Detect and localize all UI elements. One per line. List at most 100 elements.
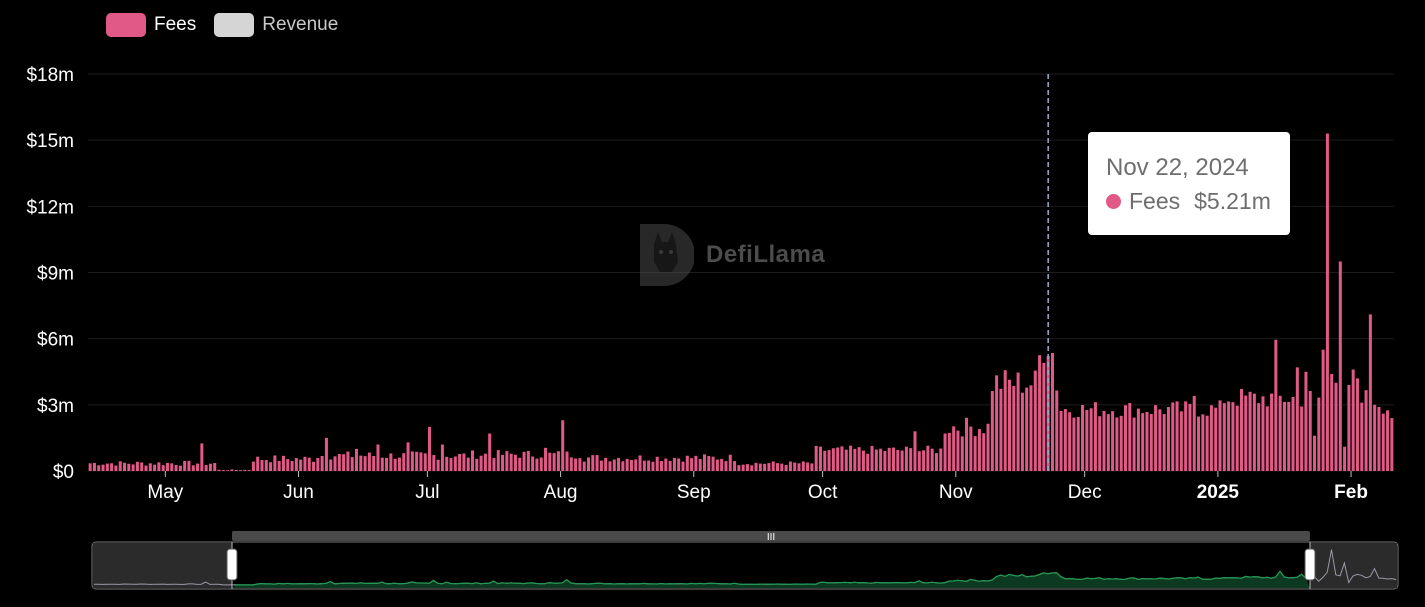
fees-bar[interactable] <box>990 391 994 471</box>
fees-bar[interactable] <box>488 433 492 471</box>
fees-bar[interactable] <box>561 420 565 471</box>
fees-bar[interactable] <box>625 458 629 471</box>
fees-bar[interactable] <box>479 455 483 471</box>
fees-bar[interactable] <box>595 455 599 471</box>
fees-bar[interactable] <box>183 460 187 471</box>
fees-bar[interactable] <box>1390 418 1394 471</box>
fees-bar[interactable] <box>814 445 818 471</box>
fees-bar[interactable] <box>342 454 346 471</box>
fees-bar[interactable] <box>320 456 324 471</box>
fees-bar[interactable] <box>217 469 221 471</box>
fees-bar[interactable] <box>926 445 930 471</box>
fees-bar[interactable] <box>449 458 453 471</box>
fees-bar[interactable] <box>148 463 152 471</box>
fees-bar[interactable] <box>1029 385 1033 471</box>
fees-bar[interactable] <box>574 458 578 471</box>
fees-bar[interactable] <box>496 450 500 471</box>
fees-bar[interactable] <box>1158 409 1162 471</box>
fees-bar[interactable] <box>140 462 144 471</box>
fees-bar[interactable] <box>483 453 487 471</box>
fees-bar[interactable] <box>415 451 419 471</box>
fees-bar[interactable] <box>247 470 251 471</box>
fees-bar[interactable] <box>243 469 247 471</box>
fees-bar[interactable] <box>930 448 934 471</box>
fees-bar[interactable] <box>170 463 174 471</box>
fees-bar[interactable] <box>526 450 530 471</box>
fees-bar[interactable] <box>239 470 243 471</box>
fees-bar[interactable] <box>879 448 883 471</box>
fees-bar[interactable] <box>556 451 560 471</box>
fees-bar[interactable] <box>1055 390 1059 471</box>
fees-bar[interactable] <box>892 447 896 471</box>
fees-bar[interactable] <box>973 436 977 471</box>
fees-bar[interactable] <box>943 433 947 471</box>
fees-bar[interactable] <box>359 455 363 471</box>
fees-bar[interactable] <box>234 469 238 471</box>
fees-bar[interactable] <box>1012 386 1016 471</box>
fees-bar[interactable] <box>690 458 694 471</box>
fees-bar[interactable] <box>178 465 182 471</box>
fees-bar[interactable] <box>672 457 676 471</box>
fees-bar[interactable] <box>861 450 865 471</box>
fees-bar[interactable] <box>1197 416 1201 471</box>
fees-bar[interactable] <box>1235 405 1239 471</box>
fees-bar[interactable] <box>1300 406 1304 471</box>
fees-bar[interactable] <box>685 455 689 471</box>
fees-bar[interactable] <box>965 417 969 471</box>
fees-bar[interactable] <box>1154 405 1158 471</box>
fees-bar[interactable] <box>1059 410 1063 471</box>
fees-bar[interactable] <box>1201 414 1205 471</box>
fees-bar[interactable] <box>1171 402 1175 471</box>
fees-bar[interactable] <box>127 463 131 471</box>
fees-bar[interactable] <box>367 452 371 471</box>
fees-bar[interactable] <box>1141 413 1145 471</box>
fees-bar[interactable] <box>1188 403 1192 471</box>
fees-bar[interactable] <box>1020 392 1024 471</box>
fees-bar[interactable] <box>836 447 840 471</box>
fees-bar[interactable] <box>728 454 732 471</box>
fees-bar[interactable] <box>518 457 522 471</box>
fees-bar[interactable] <box>1184 401 1188 471</box>
fees-bar[interactable] <box>647 460 651 471</box>
fees-bar[interactable] <box>1351 369 1355 471</box>
fees-bar[interactable] <box>960 436 964 471</box>
fees-bar[interactable] <box>355 448 359 471</box>
fees-bar[interactable] <box>135 461 139 471</box>
fees-bar[interactable] <box>230 469 234 471</box>
fees-bar[interactable] <box>187 460 191 471</box>
fees-bar[interactable] <box>432 455 436 471</box>
fees-bar[interactable] <box>552 453 556 471</box>
fees-bar[interactable] <box>823 450 827 471</box>
fees-bar[interactable] <box>131 464 135 471</box>
fees-bar[interactable] <box>1106 414 1110 471</box>
fees-bar[interactable] <box>200 443 204 471</box>
fees-bar[interactable] <box>1338 261 1342 471</box>
fees-bar[interactable] <box>286 459 290 471</box>
fees-bar[interactable] <box>801 461 805 471</box>
fees-bar[interactable] <box>849 445 853 471</box>
fees-bar[interactable] <box>535 458 539 471</box>
fees-bar[interactable] <box>982 433 986 471</box>
fees-bar[interactable] <box>887 447 891 471</box>
fees-bar[interactable] <box>1162 414 1166 471</box>
fees-bar[interactable] <box>1063 409 1067 471</box>
fees-bar[interactable] <box>1098 416 1102 471</box>
fees-bar[interactable] <box>402 453 406 471</box>
fees-bar[interactable] <box>492 458 496 471</box>
fees-bar[interactable] <box>423 453 427 471</box>
fees-bar[interactable] <box>97 465 101 471</box>
fees-bar[interactable] <box>754 462 758 471</box>
fees-bar[interactable] <box>1291 396 1295 471</box>
fees-bar[interactable] <box>329 459 333 471</box>
fees-bar[interactable] <box>737 465 741 471</box>
fees-bar[interactable] <box>208 463 212 471</box>
fees-bar[interactable] <box>1252 393 1256 471</box>
fees-bar[interactable] <box>767 463 771 471</box>
fees-bar[interactable] <box>462 453 466 471</box>
fees-bar[interactable] <box>1003 370 1007 471</box>
fees-bar[interactable] <box>544 447 548 471</box>
fees-bar[interactable] <box>419 452 423 471</box>
fees-bar[interactable] <box>1123 405 1127 471</box>
fees-bar[interactable] <box>303 456 307 471</box>
fees-bar[interactable] <box>1145 411 1149 471</box>
